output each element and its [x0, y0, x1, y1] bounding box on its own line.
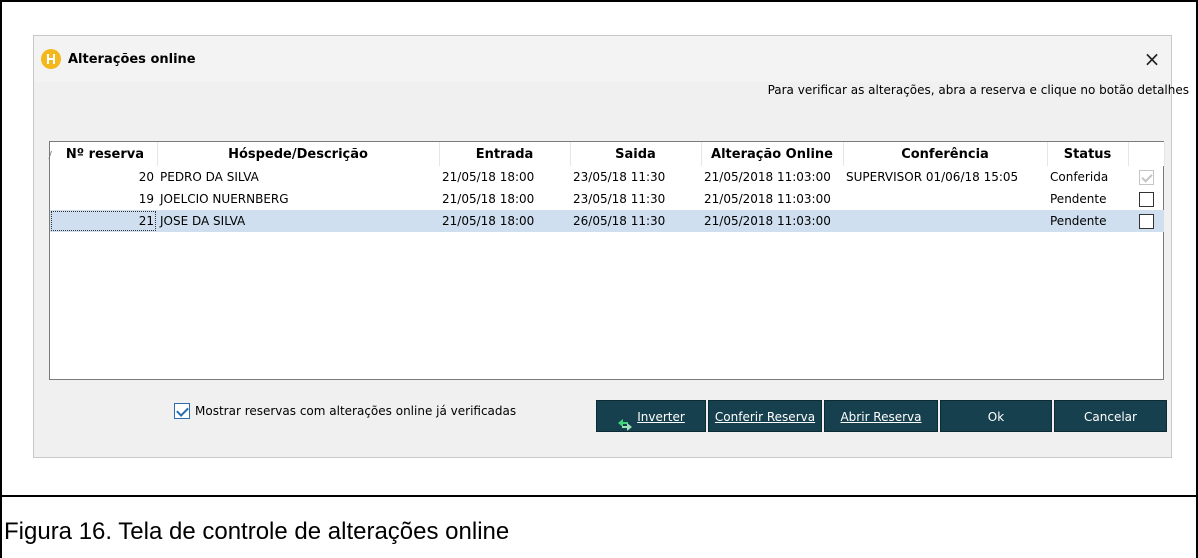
dialog-title: Alterações online — [68, 52, 196, 67]
conferir-reserva-button[interactable]: Conferir Reserva — [708, 400, 822, 432]
cell-conferencia — [843, 210, 1047, 232]
table-row[interactable]: 20 PEDRO DA SILVA 21/05/18 18:00 23/05/1… — [50, 166, 1164, 188]
cell-status: Pendente — [1050, 192, 1107, 206]
cell-entrada: 21/05/18 18:00 — [442, 170, 535, 184]
column-header-conferencia[interactable]: Conferência — [843, 142, 1048, 166]
cell-status: Pendente — [1047, 210, 1128, 232]
cell-alteracao: 21/05/2018 11:03:00 — [704, 192, 831, 206]
table-row-selected[interactable]: 21 JOSE DA SILVA 21/05/18 18:00 26/05/18… — [50, 210, 1164, 232]
column-header-check — [1128, 142, 1165, 166]
ok-button[interactable]: Ok — [940, 400, 1052, 432]
hotel-h-icon — [41, 49, 61, 69]
cell-conferencia: SUPERVISOR 01/06/18 15:05 — [846, 170, 1019, 184]
cell-saida: 23/05/18 11:30 — [573, 170, 666, 184]
sort-indicator-icon: / — [48, 149, 52, 161]
cell-hospede: JOSE DA SILVA — [157, 210, 439, 232]
cell-hospede: PEDRO DA SILVA — [160, 170, 259, 184]
column-header-saida[interactable]: Saida — [570, 142, 702, 166]
cancelar-button[interactable]: Cancelar — [1054, 400, 1167, 432]
column-header-status[interactable]: Status — [1047, 142, 1129, 166]
column-header-hospede[interactable]: Hóspede/Descrição — [157, 142, 440, 166]
cell-reserva: 19 — [138, 192, 154, 206]
show-verified-label: Mostrar reservas com alterações online j… — [195, 404, 517, 418]
row-checkbox[interactable] — [1138, 191, 1154, 207]
cell-entrada: 21/05/18 18:00 — [442, 192, 535, 206]
cell-reserva: 20 — [138, 170, 154, 184]
abrir-reserva-button[interactable]: Abrir Reserva — [824, 400, 938, 432]
hint-text: Para verificar as alterações, abra a res… — [767, 83, 1189, 97]
cell-alteracao: 21/05/2018 11:03:00 — [701, 210, 843, 232]
cell-saida: 23/05/18 11:30 — [573, 192, 666, 206]
row-checkbox[interactable] — [1138, 213, 1154, 229]
column-header-entrada[interactable]: Entrada — [439, 142, 571, 166]
table-header-row: / Nº reserva Hóspede/Descrição Entrada Sa… — [48, 142, 1165, 166]
show-verified-checkbox[interactable] — [174, 403, 190, 419]
title-bar: Alterações online × — [34, 36, 1171, 82]
cell-alteracao: 21/05/2018 11:03:00 — [704, 170, 831, 184]
cell-reserva: 21 — [50, 210, 157, 232]
cell-hospede: JOELCIO NUERNBERG — [160, 192, 289, 206]
column-header-alteracao[interactable]: Alteração Online — [701, 142, 844, 166]
close-icon[interactable]: × — [1139, 46, 1165, 72]
table-row[interactable]: 19 JOELCIO NUERNBERG 21/05/18 18:00 23/0… — [50, 188, 1164, 210]
swap-arrows-icon — [617, 411, 633, 431]
reservations-grid[interactable]: / Nº reserva Hóspede/Descrição Entrada Sa… — [48, 141, 1165, 380]
column-header-reserva[interactable]: / Nº reserva — [48, 142, 158, 166]
cell-conferencia — [843, 188, 1047, 210]
row-checkbox — [1138, 169, 1154, 185]
figure-caption: Figura 16. Tela de controle de alteraçõe… — [4, 518, 510, 545]
cell-entrada: 21/05/18 18:00 — [439, 210, 570, 232]
cell-status: Conferida — [1050, 170, 1109, 184]
inverter-button[interactable]: Inverter — [596, 400, 706, 432]
cell-saida: 26/05/18 11:30 — [570, 210, 701, 232]
